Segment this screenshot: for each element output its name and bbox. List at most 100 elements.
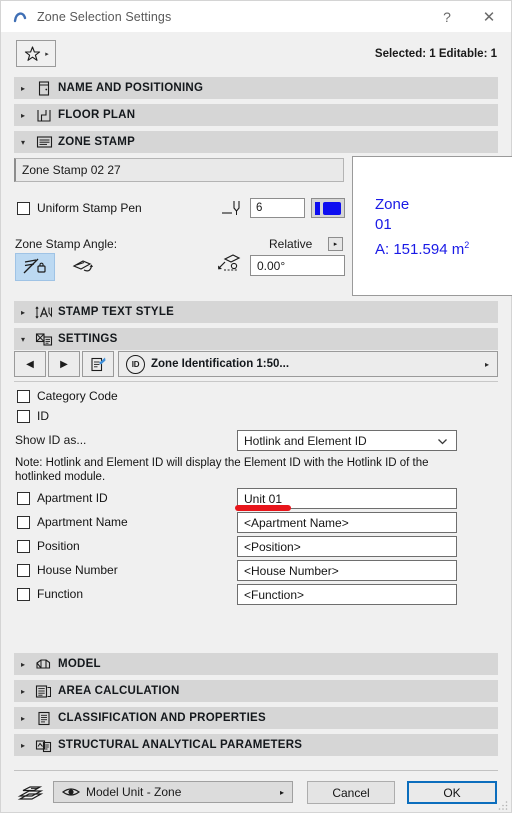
function-input[interactable]: <Function> [237, 584, 457, 605]
angle-mode-dropdown[interactable]: ▸ [328, 237, 343, 251]
pen-color-block [323, 201, 341, 215]
footer-divider [14, 770, 498, 771]
layers-icon[interactable] [17, 783, 45, 803]
chevron-down-icon [436, 435, 449, 451]
star-icon [25, 45, 41, 61]
help-button[interactable]: ? [427, 1, 467, 32]
show-id-as-value: Hotlink and Element ID [244, 433, 367, 448]
section-label: MODEL [58, 658, 101, 670]
section-floor-plan[interactable]: ▸ FLOOR PLAN [14, 104, 498, 126]
stamp-rotate-button[interactable] [63, 253, 103, 281]
section-area-calculation[interactable]: ▸ AREA CALCULATION [14, 680, 498, 702]
selection-info: Selected: 1 Editable: 1 [374, 48, 497, 60]
angle-value-field[interactable]: 0.00° [250, 255, 345, 276]
dialog-toolbar: ▸ Selected: 1 Editable: 1 [1, 32, 511, 77]
stamp-rotate-icon [72, 260, 93, 272]
preview-line-3: A: 151.594 m2 [375, 240, 470, 258]
uniform-stamp-pen-row[interactable]: Uniform Stamp Pen [17, 201, 142, 215]
apartment-id-row[interactable]: Apartment ID [17, 491, 108, 505]
apartment-name-input[interactable]: <Apartment Name> [237, 512, 457, 533]
id-row[interactable]: ID [17, 409, 49, 423]
settings-nav-row: ◀ ▶ ID Zone Identification 1:50... ▸ [14, 351, 498, 377]
category-code-row[interactable]: Category Code [17, 389, 118, 403]
expand-triangle: ▸ [20, 659, 25, 669]
section-settings[interactable]: ▾ SETTINGS [14, 328, 498, 350]
favorites-button[interactable]: ▸ [16, 40, 56, 67]
zone-stamp-angle-label: Zone Stamp Angle: [15, 237, 118, 251]
expand-triangle: ▸ [20, 740, 25, 750]
position-row[interactable]: Position [17, 539, 80, 553]
section-label: NAME AND POSITIONING [58, 82, 204, 94]
collapse-triangle: ▾ [20, 334, 25, 344]
close-icon[interactable]: ✕ [467, 1, 511, 32]
id-checkbox[interactable] [17, 409, 30, 423]
zone-stamp-icon [32, 134, 56, 150]
section-label: SETTINGS [58, 333, 118, 345]
settings-scheme-caret: ▸ [484, 359, 489, 369]
rotate-angle-icon [215, 253, 245, 277]
function-row[interactable]: Function [17, 587, 83, 601]
show-id-as-select[interactable]: Hotlink and Element ID [237, 430, 457, 451]
section-label: STAMP TEXT STYLE [58, 306, 175, 318]
model-unit-value: Model Unit - Zone [86, 785, 182, 799]
model-unit-select[interactable]: Model Unit - Zone ▸ [53, 781, 293, 803]
zone-stamp-preview: Zone 01 A: 151.594 m2 [352, 156, 512, 296]
resize-grip[interactable] [498, 799, 508, 810]
angle-mode-label: Relative [269, 237, 313, 251]
window-title: Zone Selection Settings [37, 9, 172, 24]
expand-triangle: ▸ [20, 686, 25, 696]
model-unit-caret: ▸ [279, 787, 284, 797]
zone-selection-settings-dialog: Zone Selection Settings ? ✕ ▸ Selected: … [0, 0, 512, 813]
pen-color-swatch[interactable] [311, 198, 345, 218]
category-code-checkbox[interactable] [17, 389, 30, 403]
model-icon [32, 656, 56, 672]
stamp-fixed-angle-button[interactable] [15, 253, 55, 281]
edit-settings-icon[interactable] [82, 351, 114, 377]
house-number-checkbox[interactable] [17, 563, 30, 577]
stamp-fixed-angle-icon [23, 258, 46, 274]
preview-line-2: 01 [375, 216, 392, 233]
section-classification-and-properties[interactable]: ▸ CLASSIFICATION AND PROPERTIES [14, 707, 498, 729]
cancel-button[interactable]: Cancel [307, 781, 395, 804]
section-name-and-positioning[interactable]: ▸ NAME AND POSITIONING [14, 77, 498, 99]
apartment-name-label: Apartment Name [37, 515, 128, 529]
apartment-name-row[interactable]: Apartment Name [17, 515, 128, 529]
id-icon: ID [126, 354, 145, 374]
uniform-stamp-pen-checkbox[interactable] [17, 201, 30, 215]
position-input[interactable]: <Position> [237, 536, 457, 557]
settings-scheme-name: Zone Identification 1:50... [151, 358, 290, 370]
section-label: AREA CALCULATION [58, 685, 180, 697]
function-label: Function [37, 587, 84, 601]
title-bar: Zone Selection Settings ? ✕ [1, 1, 511, 32]
section-zone-stamp[interactable]: ▾ ZONE STAMP [14, 131, 498, 153]
section-model[interactable]: ▸ MODEL [14, 653, 498, 675]
previous-scheme-button[interactable]: ◀ [14, 351, 46, 377]
position-checkbox[interactable] [17, 539, 30, 553]
section-structural-analytical-parameters[interactable]: ▸ STRUCTURAL ANALYTICAL PARAMETERS [14, 734, 498, 756]
settings-scheme-combo[interactable]: ID Zone Identification 1:50... ▸ [118, 351, 498, 377]
uniform-stamp-pen-label: Uniform Stamp Pen [37, 201, 142, 215]
section-stamp-text-style[interactable]: ▸ STAMP TEXT STYLE [14, 301, 498, 323]
apartment-name-checkbox[interactable] [17, 515, 30, 529]
text-style-icon [32, 304, 56, 320]
pen-color-bar [315, 201, 320, 215]
floor-plan-icon [32, 107, 56, 123]
pen-icon [221, 199, 243, 217]
annotation-underline [235, 505, 291, 511]
expand-triangle: ▸ [20, 307, 25, 317]
preview-text: Zone 01 A: 151.594 m2 [375, 195, 469, 260]
house-number-row[interactable]: House Number [17, 563, 118, 577]
section-label: STRUCTURAL ANALYTICAL PARAMETERS [58, 739, 303, 751]
window-controls: ? ✕ [427, 1, 511, 32]
function-checkbox[interactable] [17, 587, 30, 601]
section-label: ZONE STAMP [58, 136, 136, 148]
next-scheme-button[interactable]: ▶ [48, 351, 80, 377]
ok-button[interactable]: OK [407, 781, 497, 804]
apartment-id-checkbox[interactable] [17, 491, 30, 505]
pen-number-field[interactable]: 6 [250, 198, 305, 218]
house-number-input[interactable]: <House Number> [237, 560, 457, 581]
archicad-logo-icon [11, 8, 29, 26]
section-label: CLASSIFICATION AND PROPERTIES [58, 712, 266, 724]
preview-line-1: Zone [375, 196, 410, 213]
stamp-name-field[interactable]: Zone Stamp 02 27 [14, 158, 344, 182]
